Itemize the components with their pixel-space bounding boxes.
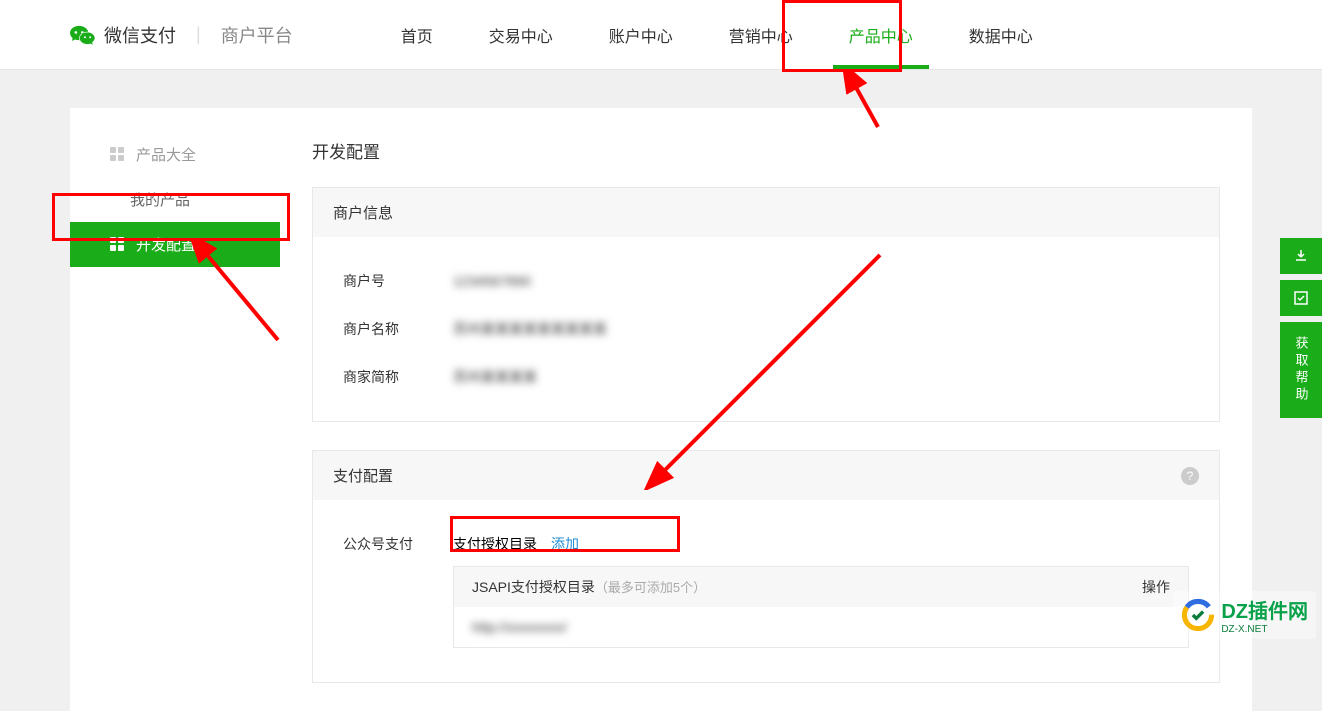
download-icon — [1293, 248, 1309, 264]
help-icon[interactable]: ? — [1181, 467, 1199, 485]
watermark-icon — [1181, 598, 1215, 632]
merchant-id-value: 1234567890 — [453, 273, 531, 289]
nav-trade[interactable]: 交易中心 — [461, 0, 581, 69]
sidebar-item-devconfig[interactable]: 开发配置 — [70, 222, 280, 267]
sidebar-item-myproducts[interactable]: 我的产品 — [70, 177, 280, 222]
merchant-panel-head: 商户信息 — [313, 188, 1219, 237]
main: 产品大全 我的产品 开发配置 开发配置 商户信息 商户号 1234567890 … — [0, 70, 1322, 711]
page-title: 开发配置 — [280, 138, 1252, 187]
brand-text: 微信支付 — [104, 22, 176, 48]
merchant-panel-body: 商户号 1234567890 商户名称 苏州某某某某某某某某某 商家简称 苏州某… — [313, 237, 1219, 421]
merchant-info-panel: 商户信息 商户号 1234567890 商户名称 苏州某某某某某某某某某 商家简… — [312, 187, 1220, 422]
float-bar: 获取帮助 — [1280, 238, 1322, 418]
sidebar-item-catalog[interactable]: 产品大全 — [70, 132, 280, 177]
row-label: 商户名称 — [343, 319, 453, 339]
payconfig-panel-body: 公众号支付 支付授权目录 添加 JSAPI支付授权目录（最多可添加5个） 操作 — [313, 500, 1219, 682]
top-nav: 首页 交易中心 账户中心 营销中心 产品中心 数据中心 — [373, 0, 1061, 69]
nav-home[interactable]: 首页 — [373, 0, 461, 69]
watermark: DZ插件网 DZ-X.NET — [1173, 591, 1316, 639]
row-label: 公众号支付 — [343, 534, 453, 554]
merchant-row: 商家简称 苏州某某某某 — [343, 353, 1189, 401]
float-help[interactable]: 获取帮助 — [1280, 322, 1322, 418]
watermark-text: DZ插件网 DZ-X.NET — [1221, 595, 1308, 635]
auth-dir-table: JSAPI支付授权目录（最多可添加5个） 操作 http://xxxxxxxx/ — [453, 566, 1189, 648]
merchant-short-value: 苏州某某某某 — [453, 367, 537, 387]
table-row: http://xxxxxxxx/ — [454, 607, 1188, 647]
content: 开发配置 商户信息 商户号 1234567890 商户名称 苏州某某某某某某某某… — [280, 108, 1252, 711]
edit-icon — [1293, 290, 1309, 306]
pubpay-content: 支付授权目录 添加 JSAPI支付授权目录（最多可添加5个） 操作 http:/… — [453, 534, 1189, 648]
logo: 微信支付 | 商户平台 — [70, 22, 293, 48]
header: 微信支付 | 商户平台 首页 交易中心 账户中心 营销中心 产品中心 数据中心 — [0, 0, 1322, 70]
nav-marketing[interactable]: 营销中心 — [701, 0, 821, 69]
table-head: JSAPI支付授权目录（最多可添加5个） 操作 — [454, 567, 1188, 607]
divider: | — [196, 24, 201, 45]
merchant-row: 商户号 1234567890 — [343, 257, 1189, 305]
row-label: 商户号 — [343, 271, 453, 291]
nav-product[interactable]: 产品中心 — [821, 0, 941, 69]
panel-title: 支付配置 — [333, 465, 393, 486]
wechat-logo-icon — [70, 22, 96, 48]
float-edit[interactable] — [1280, 280, 1322, 316]
nav-account[interactable]: 账户中心 — [581, 0, 701, 69]
row-label: 商家简称 — [343, 367, 453, 387]
nav-data[interactable]: 数据中心 — [941, 0, 1061, 69]
th-label: JSAPI支付授权目录（最多可添加5个） — [472, 577, 706, 597]
payconfig-panel: 支付配置 ? 公众号支付 支付授权目录 添加 JSAPI支付授 — [312, 450, 1220, 683]
float-download[interactable] — [1280, 238, 1322, 274]
sidebar-item-label: 开发配置 — [136, 234, 196, 255]
merchant-row: 商户名称 苏州某某某某某某某某某 — [343, 305, 1189, 353]
payconfig-panel-head: 支付配置 ? — [313, 451, 1219, 500]
grid-icon — [110, 237, 126, 253]
sidebar: 产品大全 我的产品 开发配置 — [70, 108, 280, 711]
auth-dir-head: 支付授权目录 添加 — [453, 534, 1189, 554]
pubpay-row: 公众号支付 支付授权目录 添加 JSAPI支付授权目录（最多可添加5个） 操作 — [343, 520, 1189, 662]
grid-icon — [110, 147, 126, 163]
sidebar-item-label: 我的产品 — [130, 189, 190, 210]
sub-brand: 商户平台 — [221, 22, 293, 48]
th-op: 操作 — [1142, 577, 1170, 597]
sidebar-item-label: 产品大全 — [136, 144, 196, 165]
merchant-name-value: 苏州某某某某某某某某某 — [453, 319, 607, 339]
auth-dir-label: 支付授权目录 — [453, 534, 537, 554]
add-link[interactable]: 添加 — [551, 534, 579, 554]
